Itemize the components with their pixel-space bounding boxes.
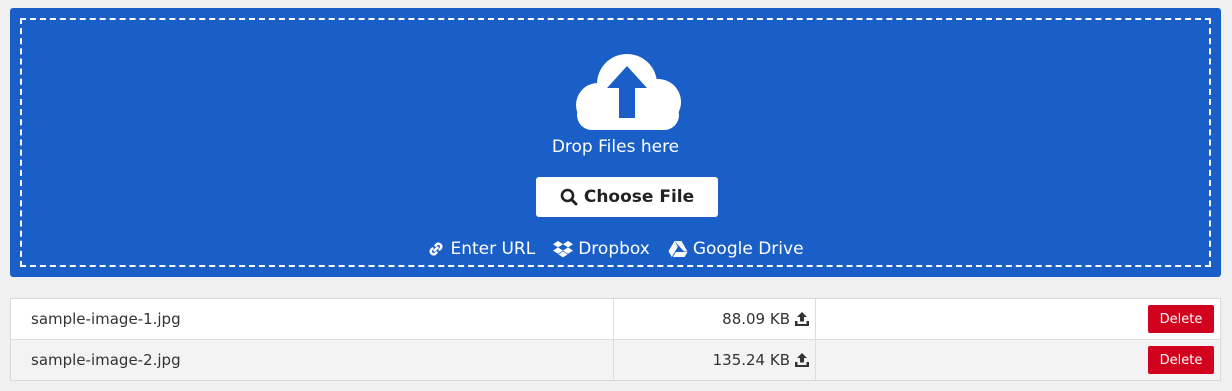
- file-size: 88.09 KB: [722, 310, 790, 328]
- source-links: Enter URL Dropbox Google Drive: [22, 239, 1209, 259]
- enter-url-link[interactable]: Enter URL: [427, 239, 535, 259]
- search-icon: [560, 188, 578, 206]
- file-name: sample-image-1.jpg: [11, 299, 614, 339]
- choose-file-label: Choose File: [583, 187, 695, 207]
- choose-file-button[interactable]: Choose File: [536, 177, 718, 217]
- cloud-upload-icon: [576, 54, 681, 130]
- dropzone-dashed-border: Drop Files here Choose File Enter URL Dr…: [20, 18, 1211, 267]
- file-size-cell: 135.24 KB: [614, 340, 816, 380]
- file-row: sample-image-1.jpg 88.09 KB Delete: [11, 299, 1220, 339]
- google-drive-link[interactable]: Google Drive: [668, 239, 804, 259]
- google-drive-label: Google Drive: [692, 239, 804, 259]
- delete-button[interactable]: Delete: [1148, 305, 1214, 333]
- dropbox-link[interactable]: Dropbox: [553, 239, 650, 259]
- link-icon: [429, 242, 443, 256]
- delete-button[interactable]: Delete: [1148, 346, 1214, 374]
- file-action-cell: Delete: [816, 340, 1220, 380]
- enter-url-label: Enter URL: [450, 239, 536, 259]
- file-dropzone[interactable]: Drop Files here Choose File Enter URL Dr…: [10, 8, 1221, 277]
- file-row: sample-image-2.jpg 135.24 KB Delete: [11, 339, 1220, 380]
- file-size-cell: 88.09 KB: [614, 299, 816, 339]
- file-action-cell: Delete: [816, 299, 1220, 339]
- drop-files-text: Drop Files here: [551, 137, 680, 157]
- dropbox-label: Dropbox: [578, 239, 650, 259]
- google-drive-icon: [668, 241, 688, 257]
- uploaded-files-table: sample-image-1.jpg 88.09 KB Delete sampl…: [10, 298, 1221, 381]
- dropbox-icon: [553, 241, 574, 258]
- file-size: 135.24 KB: [712, 351, 790, 369]
- upload-icon: [795, 312, 809, 326]
- upload-icon: [795, 353, 809, 367]
- file-name: sample-image-2.jpg: [11, 340, 614, 380]
